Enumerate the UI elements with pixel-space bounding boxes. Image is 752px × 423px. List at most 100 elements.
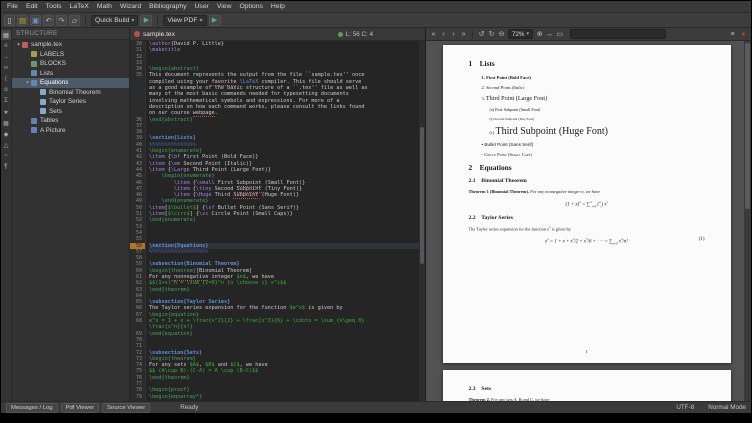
metapost-icon[interactable]: ◆ [1,129,11,139]
tree-item[interactable]: A Picture [12,126,129,136]
tree-item[interactable]: Binomial Theorem [12,88,129,98]
tree-item[interactable]: Lists [12,69,129,79]
fit-page-icon[interactable]: ▭ [555,29,564,40]
toolbar-separator [157,15,158,25]
pstricks-icon[interactable]: ▦ [1,118,11,128]
collapse-arrow-icon[interactable]: ▾ [15,42,22,48]
last-page-icon[interactable]: » [459,29,468,40]
fit-width-icon[interactable]: ↔ [545,29,554,40]
open-folder-icon[interactable]: ▤ [17,15,28,26]
main-area: ▤≤→∞(αΣ★▦◆△~¶ STRUCTURE ▾sample.texLABEL… [1,28,751,401]
menu-latex[interactable]: LaTeX [66,1,93,13]
tree-item-label: Taylor Series [49,98,86,105]
code-line: \begin{eqnarray*} [149,394,419,400]
panel-toggle-messages-log[interactable]: Messages / Log [6,403,58,413]
pdf-right-icons: ≡● [728,29,748,40]
zoom-in-icon[interactable]: ⊕ [535,29,544,40]
menu-user[interactable]: User [191,1,213,13]
pdf-page: 2.3 SetsTheorem 2. For any sets A, B and… [443,370,731,401]
prev-page-icon[interactable]: ‹ [439,29,448,40]
code-area[interactable]: \author{David P. Little}\maketitle\begin… [146,41,419,401]
menu-view[interactable]: View [213,1,236,13]
most-used-symbols-icon[interactable]: Σ [1,96,11,106]
continuous-mode-icon[interactable]: ≡ [728,29,737,40]
redo-icon[interactable]: ↷ [56,15,67,26]
tree-item[interactable]: ▾ sample.tex [12,40,129,50]
menu-tools[interactable]: Tools [42,1,66,13]
view-pdf-select[interactable]: View PDF ▾ [163,15,206,26]
editor-tab-label[interactable]: sample.tex [143,31,175,38]
structure-tree: ▾sample.texLABELSBLOCKSLists▾EquationsBi… [12,40,129,135]
tree-item-label: Tables [40,117,58,124]
menu-edit[interactable]: Edit [22,1,42,13]
labels-icon [31,51,37,57]
tree-item[interactable]: ▾ Equations [12,78,129,88]
zoom-select[interactable]: 72% ▾ [508,29,533,39]
cursor-indicator-icon [338,32,343,37]
relation-symbols-icon[interactable]: ≤ [1,41,11,51]
menu-wizard[interactable]: Wizard [116,1,145,13]
pdf-block-sub-small: (a) First Subpoint (Small Font) [469,107,705,112]
asymptote-icon[interactable]: ~ [1,151,11,161]
editor-panel: sample.tex L: 56 C: 4 303132333435363738… [130,28,426,401]
new-file-icon[interactable]: ▯ [4,15,15,26]
tree-item[interactable]: Tables [12,116,129,126]
menu-bibliography[interactable]: Bibliography [145,1,190,13]
menu-math[interactable]: Math [93,1,116,13]
status-bar: Messages / LogPdf ViewerSource Viewer Re… [1,401,751,413]
tree-item[interactable]: Sets [12,107,129,117]
favourite-symbols-icon[interactable]: ★ [1,107,11,117]
toolbar-left-icons: ▯▤▣↶↷▱ [4,15,80,26]
view-pdf-label: View PDF [167,17,197,24]
tree-item[interactable]: LABELS [12,50,129,60]
tikz-icon[interactable]: △ [1,140,11,150]
copy-icon[interactable]: ▱ [69,15,80,26]
undo-icon[interactable]: ↶ [43,15,54,26]
menu-help[interactable]: Help [267,1,289,13]
pdf-block-li-italic: 2. Second Point (Italic) [469,85,705,91]
pdf-search-input[interactable] [570,29,666,39]
pdf-block-li-sc: ◦ Circle Point (Small Caps) [469,152,705,158]
section-icon [31,118,37,124]
next-page-icon[interactable]: › [449,29,458,40]
greek-letters-icon[interactable]: α [1,85,11,95]
section-icon [31,80,37,86]
pdf-scrollbar[interactable] [744,41,751,401]
rotate-left-icon[interactable]: ↺ [477,29,486,40]
misc-math-symbols-icon[interactable]: ∞ [1,63,11,73]
tree-item[interactable]: Taylor Series [12,97,129,107]
pdf-block-li-sans: • Bullet Point (Sans Serif) [469,142,705,148]
pdf-scrollbar-thumb[interactable] [745,43,750,209]
run-quick-build-button[interactable]: ▶ [140,15,152,26]
run-view-pdf-button[interactable]: ▶ [209,15,221,26]
save-icon[interactable]: ▣ [30,15,41,26]
subsection-icon [40,108,46,114]
editor-body: 3031323334353637383940414243444546474849… [130,41,425,401]
editor-scrollbar-thumb[interactable] [420,127,424,264]
pdf-block-thm: Theorem 2. For any sets A, B and C, we h… [469,397,705,401]
delimiters-icon[interactable]: ( [1,74,11,84]
pdf-block-h2: 2.1 Binomial Theorem [469,178,705,185]
subsection-icon [40,99,46,105]
panel-toggle-pdf-viewer[interactable]: Pdf Viewer [61,403,99,413]
quick-build-select[interactable]: Quick Build ▾ [91,15,138,26]
editor-scrollbar[interactable] [419,41,425,401]
menu-file[interactable]: File [3,1,22,13]
arrow-symbols-icon[interactable]: → [1,52,11,62]
rotate-right-icon[interactable]: ↻ [487,29,496,40]
structure-panel-icon[interactable]: ▤ [1,30,11,40]
close-document-icon[interactable] [134,31,140,37]
tree-item-label: Equations [40,79,68,86]
pdf-block-h1: 1 Lists [469,59,705,69]
menu-options[interactable]: Options [235,1,266,13]
tree-item[interactable]: BLOCKS [12,59,129,69]
close-pdf-viewer-icon[interactable]: ● [739,29,748,40]
first-page-icon[interactable]: « [429,29,438,40]
pdf-block-formula: ex = 1 + x + x2/2 + x3/6 + · · · = ∑n≥0 … [469,237,705,246]
user-tags-icon[interactable]: ¶ [1,162,11,172]
panel-toggle-source-viewer[interactable]: Source Viewer [102,403,150,413]
pdf-viewport[interactable]: 1 Lists1. First Point (Bold Face)2. Seco… [426,41,751,401]
tree-item-label: sample.tex [31,41,62,48]
zoom-out-icon[interactable]: ⊖ [497,29,506,40]
collapse-arrow-icon[interactable]: ▾ [24,80,31,86]
